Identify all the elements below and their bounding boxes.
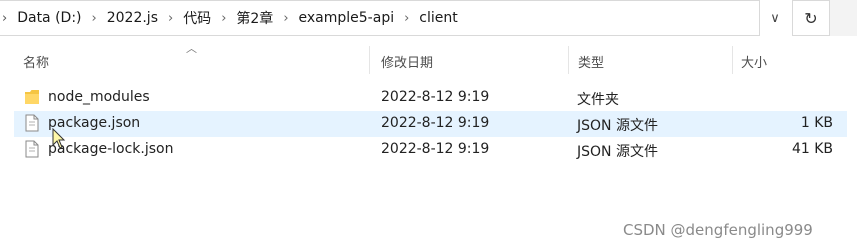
file-date: 2022-8-12 9:19 (381, 141, 490, 157)
file-row-selected[interactable]: package.json 2022-8-12 9:19 JSON 源文件 1 K… (14, 111, 847, 137)
breadcrumb-example5-api[interactable]: example5-api (295, 10, 399, 26)
file-type: 文件夹 (577, 92, 619, 108)
breadcrumb-2022js[interactable]: 2022.js (103, 10, 162, 26)
column-divider[interactable] (568, 46, 569, 74)
file-name: package-lock.json (48, 141, 174, 157)
file-date: 2022-8-12 9:19 (381, 115, 490, 131)
breadcrumb-separator-icon[interactable]: › (86, 11, 103, 26)
file-type: JSON 源文件 (577, 144, 658, 160)
json-file-icon (25, 114, 39, 132)
refresh-icon[interactable]: ↻ (792, 0, 830, 36)
folder-icon (25, 90, 39, 104)
file-size: 1 KB (800, 115, 833, 131)
file-date: 2022-8-12 9:19 (381, 89, 490, 105)
json-file-icon (25, 140, 39, 158)
breadcrumb-separator-icon[interactable]: › (162, 11, 179, 26)
file-type: JSON 源文件 (577, 118, 658, 134)
column-header-name[interactable]: 名称 (23, 52, 49, 71)
file-size: 41 KB (791, 141, 833, 157)
breadcrumb-chevron-icon[interactable]: › (0, 11, 13, 26)
address-bar[interactable]: › Data (D:) › 2022.js › 代码 › 第2章 › examp… (0, 0, 760, 36)
breadcrumb-chapter2[interactable]: 第2章 (232, 8, 277, 28)
file-name: node_modules (48, 89, 150, 105)
breadcrumb-separator-icon[interactable]: › (215, 11, 232, 26)
breadcrumb-code[interactable]: 代码 (179, 8, 215, 28)
column-divider[interactable] (369, 46, 370, 74)
chevron-down-icon[interactable]: ∨ (760, 0, 790, 36)
mouse-pointer-icon (52, 128, 66, 149)
file-row[interactable]: package-lock.json 2022-8-12 9:19 JSON 源文… (14, 137, 847, 163)
column-header-size[interactable]: 大小 (741, 52, 767, 71)
breadcrumb-client[interactable]: client (415, 10, 461, 26)
breadcrumb-separator-icon[interactable]: › (277, 11, 294, 26)
search-box-edge (830, 0, 857, 36)
column-header-date-modified[interactable]: 修改日期 (381, 52, 433, 71)
sort-ascending-icon: ︿ (186, 42, 197, 55)
file-row[interactable]: node_modules 2022-8-12 9:19 文件夹 (14, 85, 847, 111)
column-divider[interactable] (732, 46, 733, 74)
breadcrumb-separator-icon[interactable]: › (398, 11, 415, 26)
breadcrumb-data-drive[interactable]: Data (D:) (13, 10, 85, 26)
watermark: CSDN @dengfengling999 (623, 221, 813, 239)
column-header-type[interactable]: 类型 (578, 52, 604, 71)
